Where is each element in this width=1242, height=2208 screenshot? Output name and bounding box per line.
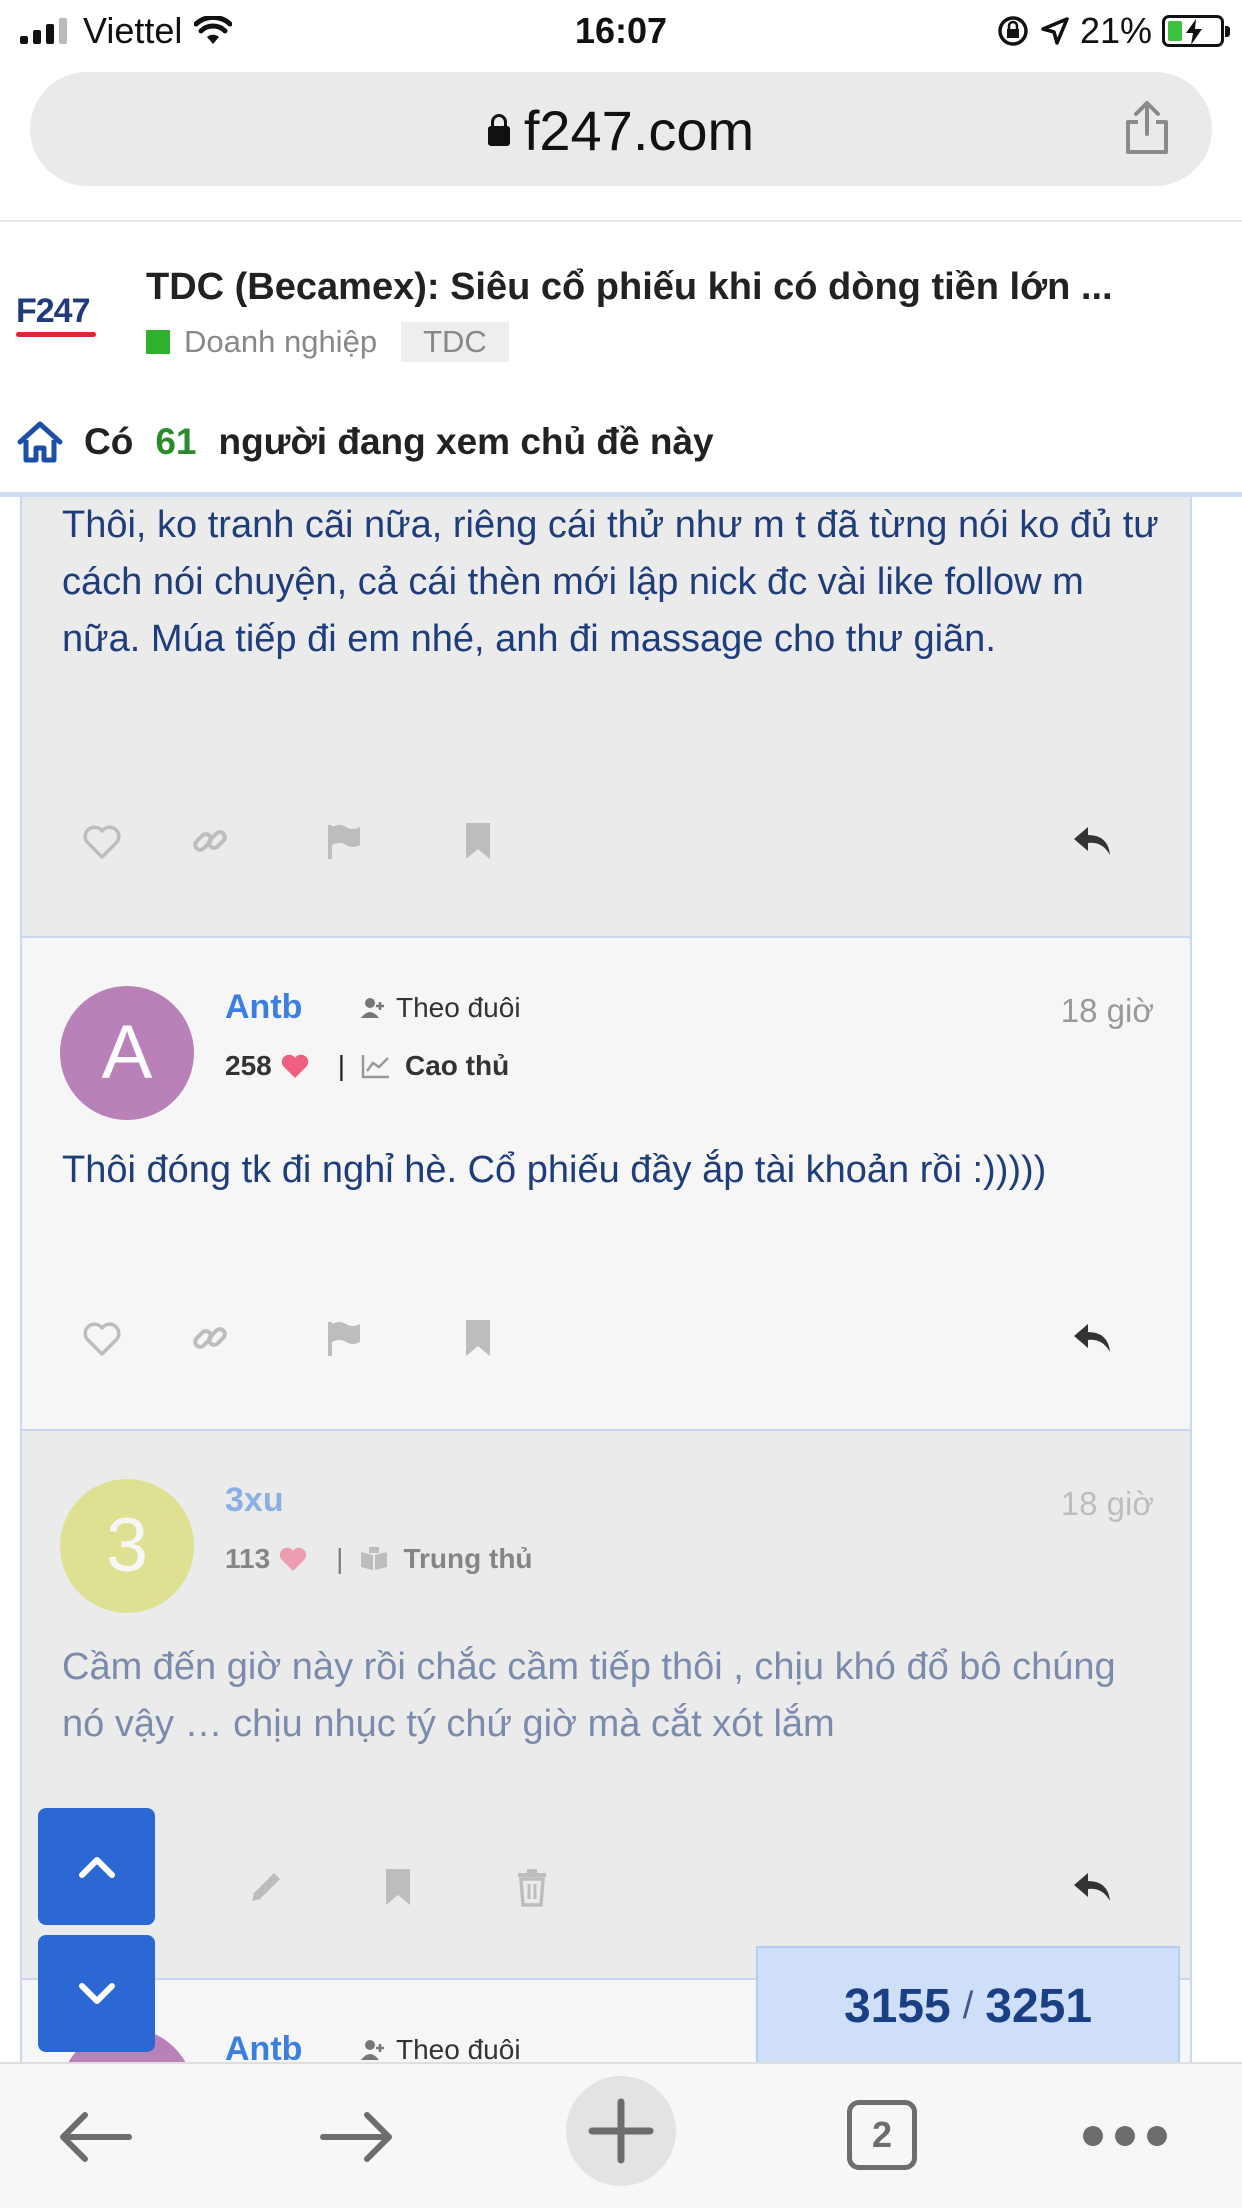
user-stats: 258 | Cao thủ xyxy=(225,1050,510,1081)
post-actions xyxy=(22,1865,1190,1925)
back-button[interactable] xyxy=(50,2092,140,2182)
post-body: Thôi, ko tranh cãi nữa, riêng cái thử nh… xyxy=(62,504,1159,660)
divider xyxy=(0,220,1242,222)
scroll-up-button[interactable] xyxy=(38,1808,155,1925)
trash-icon[interactable] xyxy=(510,1865,554,1909)
post-actions xyxy=(22,819,1190,879)
username[interactable]: Antb xyxy=(225,988,302,1027)
topic-meta: Doanh nghiệp TDC xyxy=(146,322,509,362)
avatar[interactable]: 3 xyxy=(60,1479,194,1613)
follow-button[interactable]: Theo đuôi xyxy=(358,992,521,1024)
current-post-number: 3155 xyxy=(843,1979,951,2033)
follow-button[interactable]: Theo đuôi xyxy=(358,2034,521,2062)
category-link[interactable]: Doanh nghiệp xyxy=(184,324,377,360)
url-text: f247.com xyxy=(523,99,755,162)
new-tab-button[interactable] xyxy=(566,2076,676,2186)
more-menu-icon[interactable] xyxy=(1083,2126,1167,2146)
username[interactable]: 3xu xyxy=(225,1481,284,1520)
post-time[interactable]: 18 giờ xyxy=(1061,1485,1154,1523)
topic-title[interactable]: TDC (Becamex): Siêu cổ phiếu khi có dòng… xyxy=(146,266,1146,309)
post: 3 3xu 18 giờ 113 | Trung thủ Cầm đến giờ… xyxy=(20,1431,1192,1980)
post-body: Cầm đến giờ này rồi chắc cầm tiếp thôi ,… xyxy=(62,1646,1116,1745)
bookmark-icon[interactable] xyxy=(376,1865,420,1909)
category-color-badge xyxy=(146,330,170,354)
viewers-suffix: người đang xem chủ đề này xyxy=(218,421,714,462)
chevron-down-icon xyxy=(78,1982,115,2004)
add-user-icon xyxy=(361,2040,384,2060)
post-stream: Thôi, ko tranh cãi nữa, riêng cái thử nh… xyxy=(0,497,1242,2062)
location-icon xyxy=(1041,17,1069,45)
total-post-number: 3251 xyxy=(985,1979,1093,2033)
chevron-up-icon xyxy=(78,1856,115,1878)
like-count: 113 xyxy=(225,1543,271,1574)
chart-icon xyxy=(361,1055,389,1079)
lock-rotation-icon xyxy=(998,16,1028,46)
tag-link[interactable]: TDC xyxy=(401,322,509,362)
follow-label: Theo đuôi xyxy=(396,2034,521,2062)
browser-toolbar: 2 xyxy=(0,2062,1242,2208)
flag-icon[interactable] xyxy=(322,1316,366,1360)
like-icon[interactable] xyxy=(80,819,124,863)
site-logo[interactable]: F247 xyxy=(16,292,116,337)
flag-icon[interactable] xyxy=(322,819,366,863)
add-user-icon xyxy=(361,998,384,1018)
link-icon[interactable] xyxy=(188,1316,232,1360)
post: Thôi, ko tranh cãi nữa, riêng cái thử nh… xyxy=(20,497,1192,938)
viewers-prefix: Có xyxy=(84,421,134,462)
book-icon xyxy=(361,1547,388,1570)
post-time[interactable]: 18 giờ xyxy=(1061,992,1154,1030)
post-progress-counter[interactable]: 3155 / 3251 xyxy=(756,1946,1180,2066)
heart-icon xyxy=(281,1054,308,1078)
bookmark-icon[interactable] xyxy=(456,819,500,863)
reply-icon[interactable] xyxy=(1070,1316,1114,1360)
plus-icon xyxy=(588,2098,654,2164)
tabs-button[interactable]: 2 xyxy=(847,2100,917,2170)
lock-icon xyxy=(487,114,510,146)
username[interactable]: Antb xyxy=(225,2030,302,2062)
forward-arrow-icon xyxy=(320,2112,392,2162)
bookmark-icon[interactable] xyxy=(456,1316,500,1360)
like-icon[interactable] xyxy=(80,1316,124,1360)
link-icon[interactable] xyxy=(188,819,232,863)
reply-icon[interactable] xyxy=(1070,819,1114,863)
post-actions xyxy=(22,1316,1190,1376)
user-stats: 113 | Trung thủ xyxy=(225,1543,533,1574)
post-body: Thôi đóng tk đi nghỉ hè. Cổ phiếu đầy ắp… xyxy=(62,1149,1047,1191)
follow-label: Theo đuôi xyxy=(396,992,521,1023)
home-icon[interactable] xyxy=(16,420,64,464)
back-arrow-icon xyxy=(60,2112,132,2162)
counter-separator: / xyxy=(962,1984,974,2027)
edit-icon[interactable] xyxy=(244,1865,288,1909)
post: A Antb Theo đuôi 18 giờ 258 | Cao thủ Th… xyxy=(20,938,1192,1431)
user-rank: Trung thủ xyxy=(403,1543,533,1574)
avatar[interactable]: A xyxy=(60,986,194,1120)
heart-icon xyxy=(279,1547,307,1571)
user-rank: Cao thủ xyxy=(405,1050,510,1081)
viewers-count: 61 xyxy=(155,421,197,462)
battery-percent: 21% xyxy=(1079,10,1152,51)
like-count: 258 xyxy=(225,1050,272,1081)
share-icon[interactable] xyxy=(1122,100,1172,156)
forward-button[interactable] xyxy=(312,2092,402,2182)
scroll-down-button[interactable] xyxy=(38,1935,155,2052)
status-bar: Viettel 16:07 21% xyxy=(0,0,1242,62)
address-bar[interactable]: f247.com xyxy=(30,72,1212,186)
reply-icon[interactable] xyxy=(1070,1865,1114,1909)
logo-text: F247 xyxy=(16,292,90,330)
battery-charging-icon xyxy=(1162,15,1230,47)
viewers-banner: Có 61 người đang xem chủ đề này xyxy=(16,420,714,464)
